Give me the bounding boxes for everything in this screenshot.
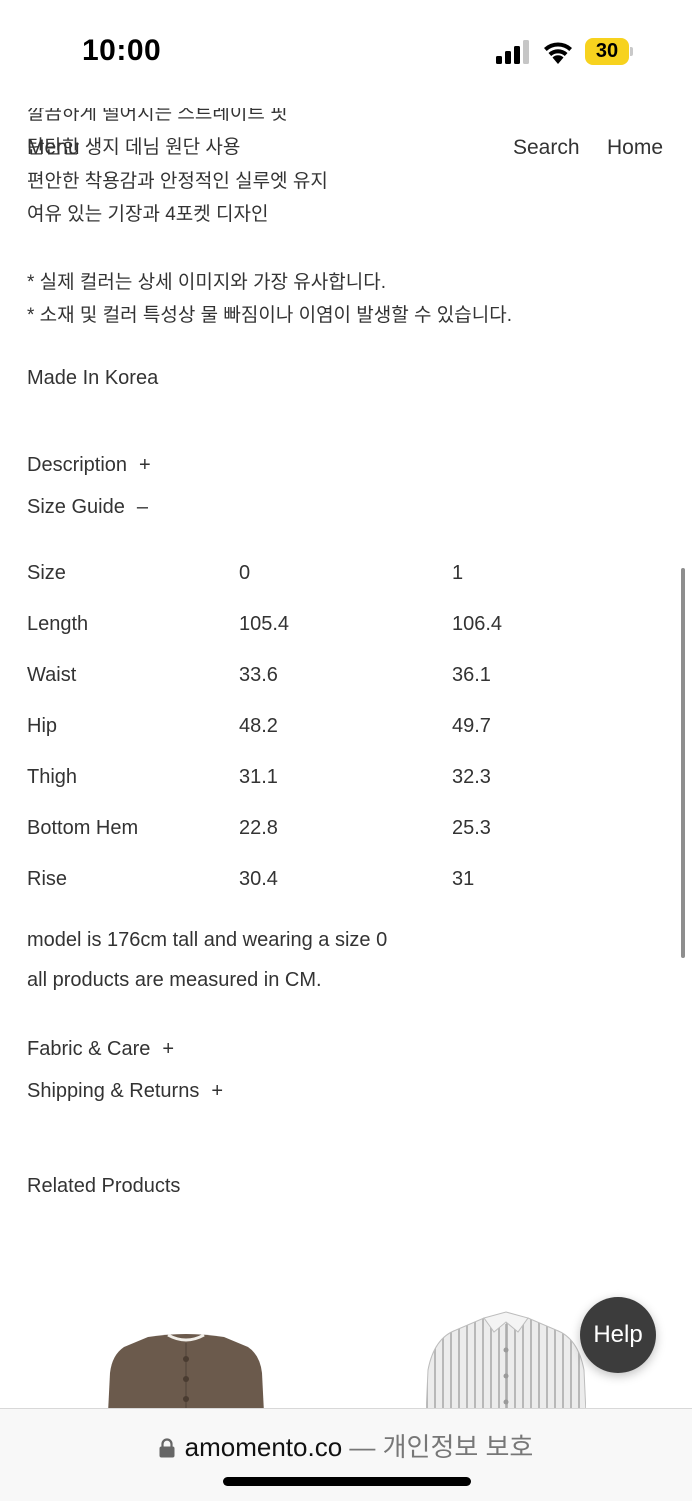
accordion-label: Fabric & Care	[27, 1038, 151, 1060]
table-cell: 0	[239, 562, 251, 584]
product-image-striped-shirt[interactable]	[426, 1310, 586, 1414]
collapse-icon: –	[136, 496, 148, 518]
table-cell: 30.4	[239, 868, 278, 890]
description-accordion[interactable]: Description +	[27, 454, 151, 477]
size-table: Size 0 1 Length 105.4 106.4 Waist 33.6 3…	[27, 562, 667, 919]
made-in-text: Made In Korea	[27, 367, 159, 389]
table-row: Size 0 1	[27, 562, 667, 613]
home-indicator[interactable]	[223, 1477, 471, 1486]
table-row: Hip 48.2 49.7	[27, 715, 667, 766]
fabric-care-accordion[interactable]: Fabric & Care +	[27, 1038, 174, 1061]
battery-icon: 30	[585, 38, 633, 66]
url-separator: —	[342, 1432, 383, 1462]
browser-address-bar[interactable]: amomento.co — 개인정보 보호	[0, 1408, 692, 1501]
table-cell: Hip	[27, 715, 58, 737]
battery-nub	[630, 47, 633, 56]
notice-line-1: * 실제 컬러는 상세 이미지와 가장 유사합니다.	[27, 272, 386, 293]
expand-icon: +	[162, 1038, 175, 1060]
table-cell: 22.8	[239, 817, 278, 839]
table-cell: 33.6	[239, 664, 278, 686]
url-domain: amomento.co	[184, 1432, 343, 1462]
status-time: 10:00	[82, 34, 162, 67]
table-row: Length 105.4 106.4	[27, 613, 667, 664]
search-link[interactable]: Search	[513, 136, 580, 160]
table-row: Thigh 31.1 32.3	[27, 766, 667, 817]
url-display[interactable]: amomento.co — 개인정보 보호	[0, 1427, 692, 1464]
signal-icon	[496, 40, 529, 64]
accordion-label: Description	[27, 454, 128, 476]
notice-line-2: * 소재 및 컬러 특성상 물 빠짐이나 이염이 발생할 수 있습니다.	[27, 305, 512, 326]
table-cell: 106.4	[452, 613, 503, 635]
expand-icon: +	[211, 1080, 224, 1102]
table-cell: Size	[27, 562, 66, 584]
table-cell: 1	[452, 562, 464, 584]
table-cell: Rise	[27, 868, 68, 890]
units-note: all products are measured in CM.	[27, 969, 322, 991]
table-cell: 31.1	[239, 766, 278, 788]
table-row: Waist 33.6 36.1	[27, 664, 667, 715]
description-line-4: 여유 있는 기장과 4포켓 디자인	[27, 204, 269, 225]
table-cell: 36.1	[452, 664, 491, 686]
privacy-label: 개인정보 보호	[382, 1432, 534, 1462]
accordion-label: Size Guide	[27, 496, 125, 518]
scrollbar[interactable]	[681, 568, 685, 958]
product-image-cardigan[interactable]	[108, 1333, 264, 1413]
menu-link[interactable]: Menu	[27, 136, 80, 160]
table-row: Rise 30.4 31	[27, 868, 667, 919]
table-cell: 105.4	[239, 613, 290, 635]
related-products-title: Related Products	[27, 1175, 181, 1197]
table-cell: 48.2	[239, 715, 278, 737]
table-cell: Length	[27, 613, 89, 635]
table-cell: Thigh	[27, 766, 78, 788]
table-cell: 31	[452, 868, 475, 890]
lock-icon	[159, 1438, 175, 1458]
size-guide-accordion[interactable]: Size Guide –	[27, 496, 148, 519]
shipping-returns-accordion[interactable]: Shipping & Returns +	[27, 1080, 223, 1103]
description-line-3: 편안한 착용감과 안정적인 실루엣 유지	[27, 171, 328, 192]
status-bar: 10:00 30	[0, 0, 692, 100]
table-cell: 25.3	[452, 817, 491, 839]
expand-icon: +	[139, 454, 151, 476]
table-cell: 49.7	[452, 715, 491, 737]
model-note: model is 176cm tall and wearing a size 0	[27, 929, 388, 951]
table-cell: 32.3	[452, 766, 491, 788]
accordion-label: Shipping & Returns	[27, 1080, 200, 1102]
table-row: Bottom Hem 22.8 25.3	[27, 817, 667, 868]
table-cell: Waist	[27, 664, 77, 686]
help-button[interactable]: Help	[580, 1297, 656, 1373]
wifi-icon	[544, 42, 572, 64]
home-link[interactable]: Home	[607, 136, 663, 160]
description-line-1: 깔끔하게 떨어지는 스트레이트 핏	[27, 103, 288, 124]
battery-level: 30	[585, 38, 629, 65]
table-cell: Bottom Hem	[27, 817, 139, 839]
